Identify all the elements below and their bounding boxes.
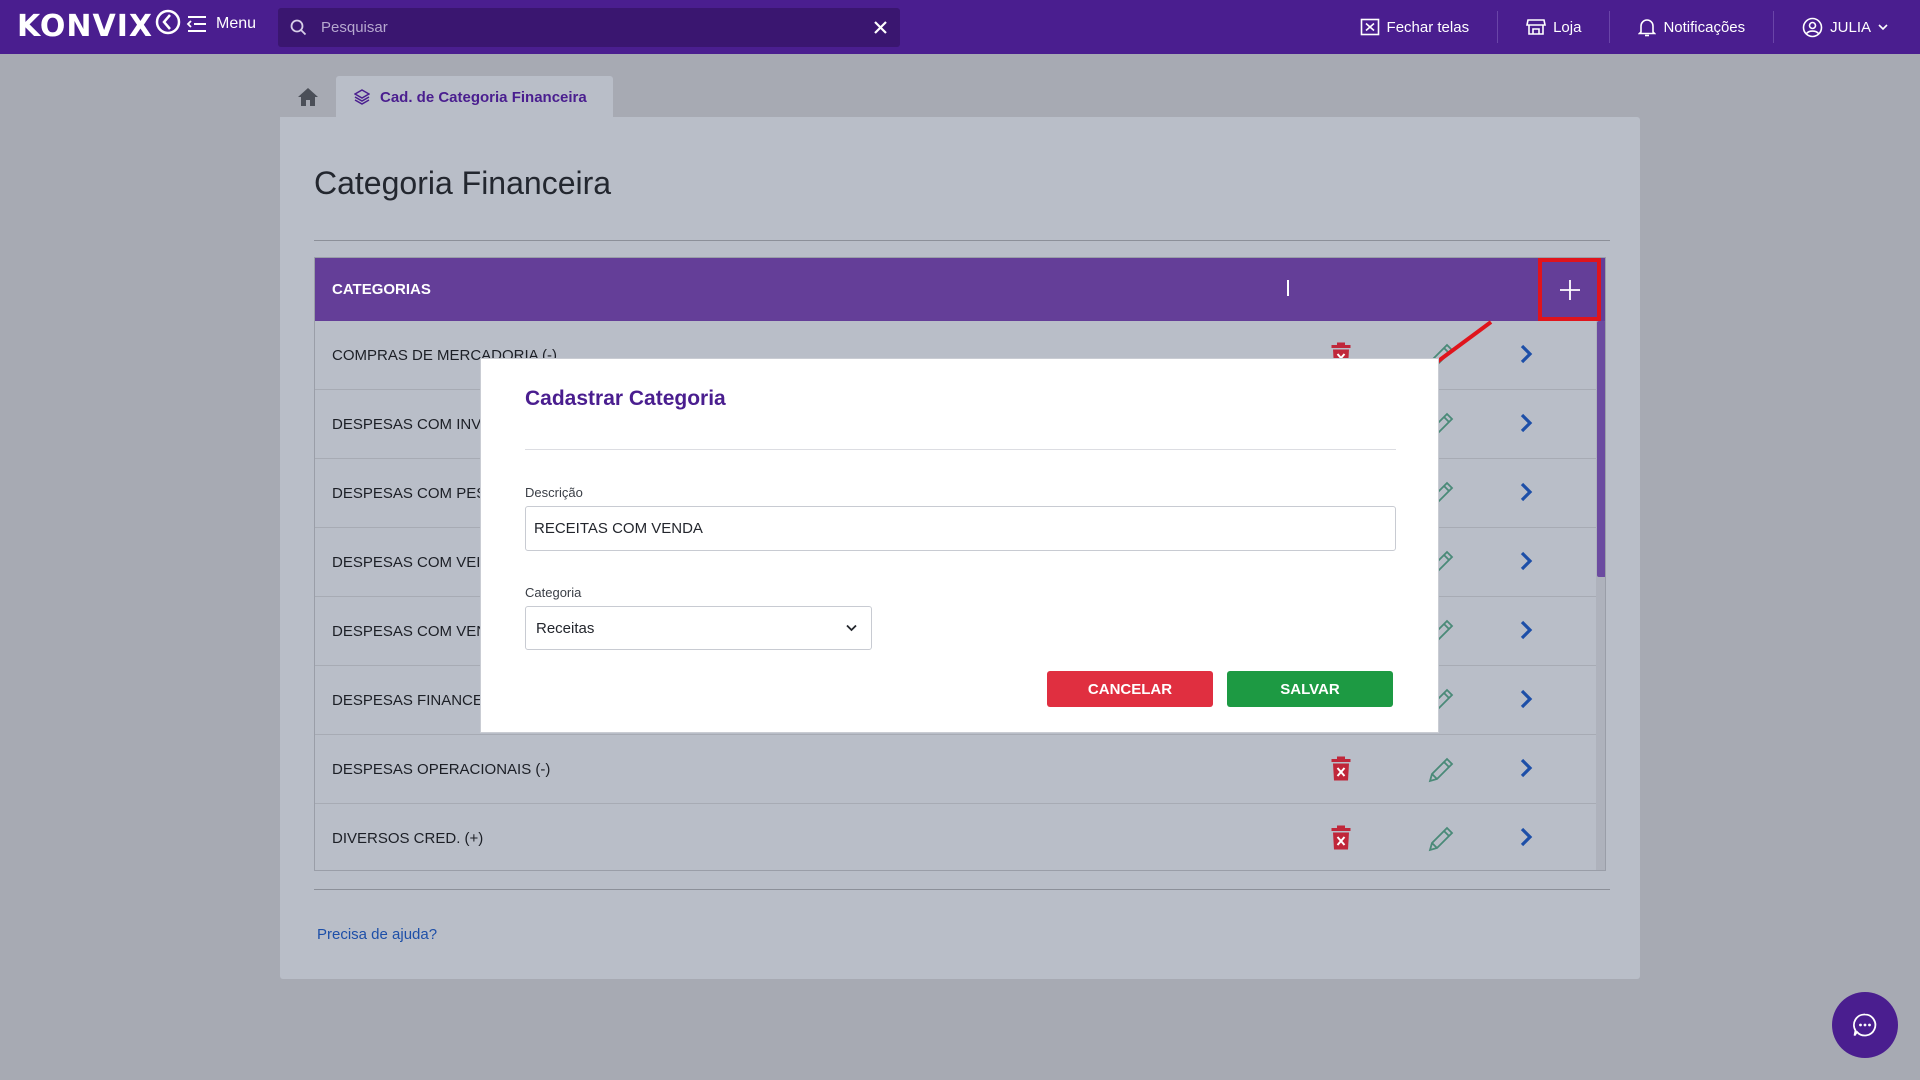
home-icon [298,88,318,106]
categoria-select[interactable]: Receitas [525,606,872,650]
chevron-right-icon[interactable] [1519,481,1533,508]
chevron-down-icon [1878,24,1888,31]
chevron-right-icon[interactable] [1519,757,1533,784]
help-link[interactable]: Precisa de ajuda? [317,926,437,943]
top-actions: Fechar telas Loja Notificações JULIA [1332,0,1920,54]
header-divider [1287,280,1289,296]
table-row[interactable]: DESPESAS OPERACIONAIS (-) [315,735,1596,804]
screen-tabs: Cad. de Categoria Financeira [280,76,613,118]
categoria-label: Categoria [525,585,582,600]
modal-title: Cadastrar Categoria [525,387,726,410]
divider [314,240,1610,241]
top-navbar: KONVIX Menu Fechar telas [0,0,1920,54]
category-name: DIVERSOS CRED. (+) [332,830,484,847]
chevron-right-icon[interactable] [1519,343,1533,370]
category-name: DESPESAS COM INVE [332,416,492,433]
edit-pencil-icon[interactable] [1426,824,1456,859]
search-bar [278,8,900,47]
delete-icon[interactable] [1331,825,1351,855]
home-tab[interactable] [280,76,336,118]
chevron-right-icon[interactable] [1519,688,1533,715]
chat-button[interactable] [1832,992,1898,1058]
table-header: CATEGORIAS [315,258,1605,321]
close-screens-button[interactable]: Fechar telas [1332,11,1498,43]
descricao-label: Descrição [525,485,583,500]
logo-text: KONVIX [17,9,154,44]
search-icon [290,19,307,36]
divider [314,889,1610,890]
store-button[interactable]: Loja [1497,11,1609,43]
close-screens-label: Fechar telas [1386,18,1470,36]
user-name: JULIA [1830,18,1871,36]
edit-pencil-icon[interactable] [1426,755,1456,790]
search-input[interactable] [319,18,873,37]
category-name: DESPESAS COM VEIC [332,554,492,571]
modal-divider [525,449,1396,450]
user-menu-button[interactable]: JULIA [1773,11,1920,43]
cadastrar-categoria-modal: Cadastrar Categoria Descrição Categoria … [480,358,1439,733]
clear-search-icon[interactable] [873,20,888,35]
scrollbar-thumb[interactable] [1597,321,1605,577]
notifications-label: Notificações [1663,18,1746,36]
category-name: DESPESAS COM PESS [332,485,497,502]
chevron-right-icon[interactable] [1519,826,1533,853]
cancel-button[interactable]: CANCELAR [1047,671,1213,707]
add-category-button[interactable] [1538,258,1601,321]
menu-label: Menu [216,15,257,32]
column-header-categorias: CATEGORIAS [332,281,431,298]
chat-bubble-icon [1853,1013,1877,1037]
save-button[interactable]: SALVAR [1227,671,1393,707]
close-window-icon [1360,18,1379,36]
page-title: Categoria Financeira [314,165,612,201]
bell-icon [1638,18,1657,36]
notifications-button[interactable]: Notificações [1609,11,1773,43]
layers-icon [354,89,370,105]
logo-mark-icon [155,9,181,35]
menu-button[interactable]: Menu [186,15,256,33]
user-circle-icon [1802,17,1823,37]
chevron-down-icon [846,624,857,632]
plus-icon [1559,279,1580,300]
category-name: DESPESAS FINANCEI [332,692,488,709]
category-name: DESPESAS OPERACIONAIS (-) [332,761,551,778]
store-label: Loja [1553,18,1582,36]
delete-icon[interactable] [1331,756,1351,786]
chevron-right-icon[interactable] [1519,550,1533,577]
category-name: DESPESAS COM VENI [332,623,492,640]
chevron-right-icon[interactable] [1519,619,1533,646]
store-icon [1526,19,1547,35]
konvix-logo[interactable]: KONVIX [17,9,181,44]
tab-cad-categoria-financeira[interactable]: Cad. de Categoria Financeira [336,76,613,118]
hamburger-icon [186,16,206,32]
descricao-input[interactable] [525,506,1396,551]
chevron-right-icon[interactable] [1519,412,1533,439]
table-row[interactable]: DIVERSOS CRED. (+) [315,804,1596,870]
tab-label: Cad. de Categoria Financeira [380,88,587,106]
categoria-selected-value: Receitas [536,619,595,637]
